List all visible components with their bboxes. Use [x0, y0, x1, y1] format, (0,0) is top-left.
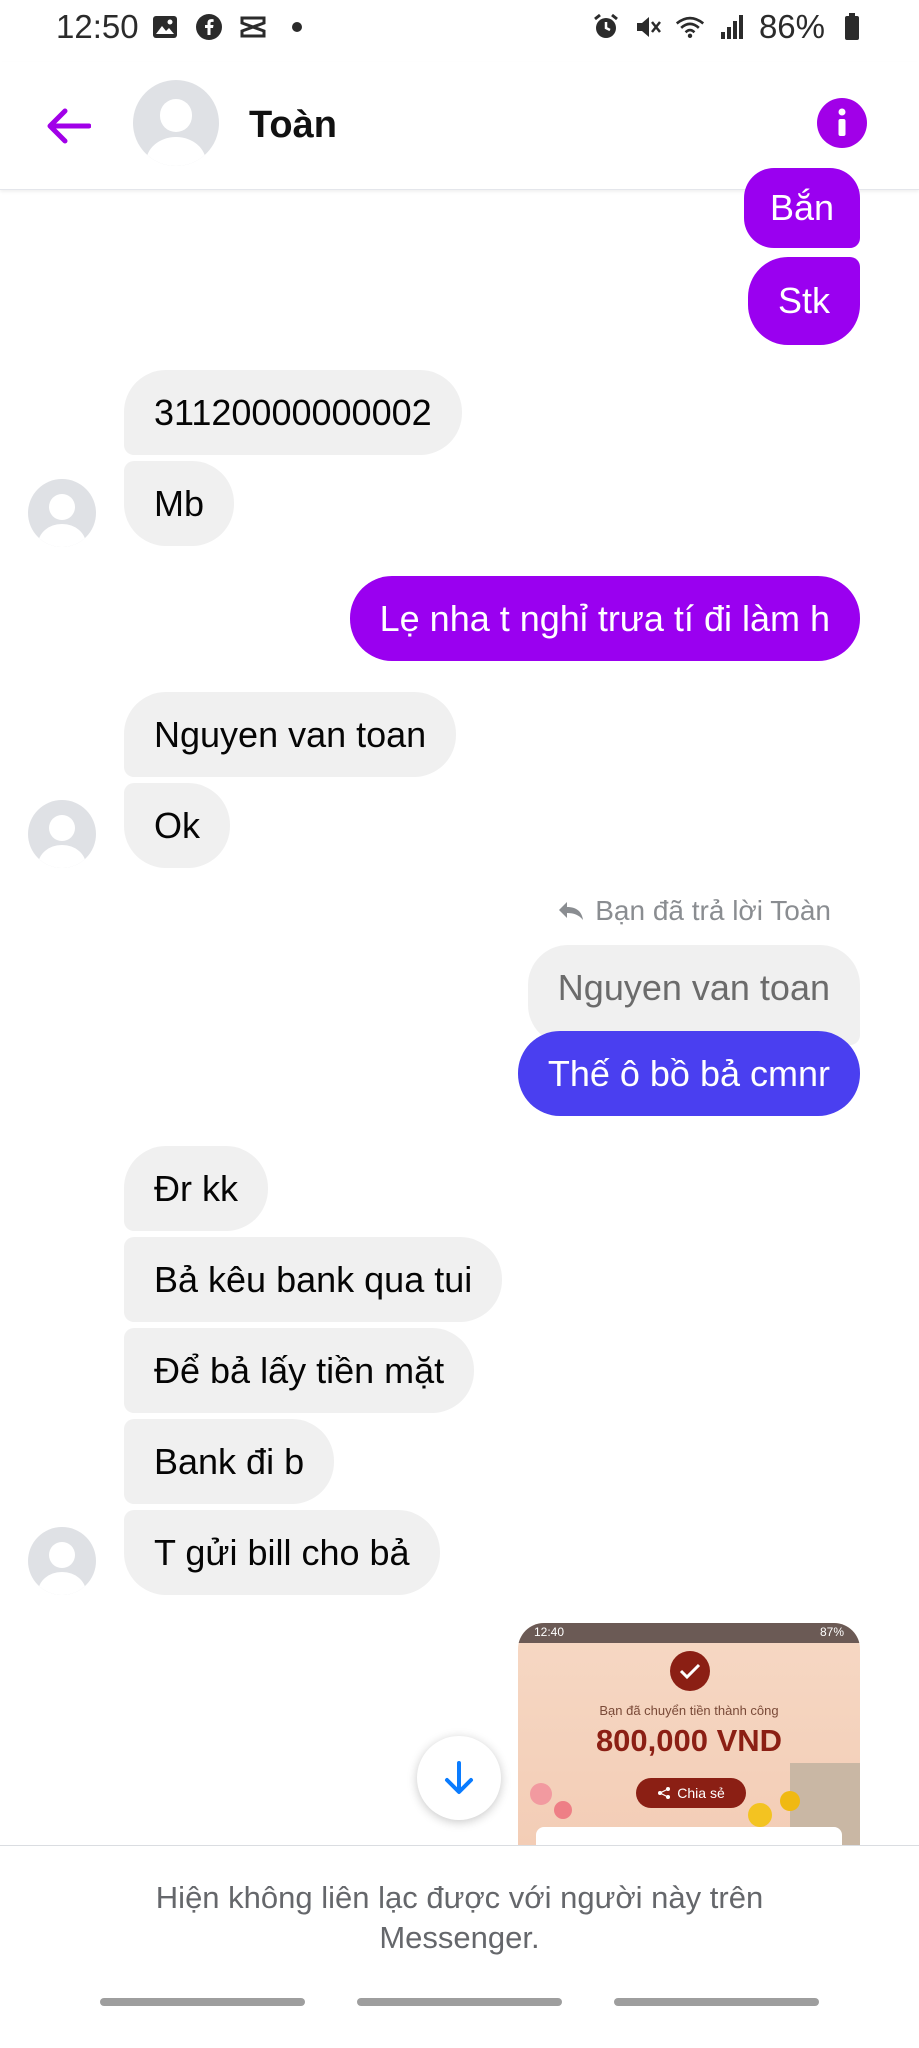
unavailable-notice: Hiện không liên lạc được với người này t…	[0, 1845, 919, 2048]
nav-recents-bar[interactable]	[100, 1998, 305, 2006]
message-bubble-incoming[interactable]: T gửi bill cho bả	[124, 1510, 440, 1595]
message-text: 31120000000002	[154, 391, 432, 433]
avatar-person-icon	[49, 493, 75, 520]
message-bubble-incoming[interactable]: Ok	[124, 783, 231, 868]
message-bubble-outgoing[interactable]: Bắn	[743, 168, 860, 248]
image-icon	[150, 12, 180, 42]
attachment-status-bar: 12:40 87%	[518, 1623, 860, 1643]
share-icon	[658, 1787, 671, 1799]
nav-back-bar[interactable]	[614, 1998, 819, 2006]
facebook-icon	[194, 12, 224, 42]
message-bubble-incoming[interactable]: Đr kk	[124, 1146, 268, 1231]
message-bubble-incoming[interactable]: 31120000000002	[124, 370, 462, 455]
message-bubble-outgoing[interactable]: Thế ô bồ bả cmnr	[517, 1031, 860, 1116]
image-attachment[interactable]: 12:40 87% Bạn đã chuyển tiền thành công …	[518, 1623, 860, 1845]
message-text: Để bả lấy tiền mặt	[154, 1349, 445, 1391]
dot-icon	[282, 12, 312, 42]
scroll-to-bottom-button[interactable]	[417, 1736, 501, 1820]
message-text: Bắn	[769, 187, 834, 228]
battery-icon	[837, 12, 867, 42]
message-text: Thế ô bồ bả cmnr	[547, 1052, 830, 1094]
quoted-message[interactable]: Nguyen van toan	[527, 945, 860, 1045]
attachment-status-battery: 87%	[819, 1625, 844, 1639]
share-label: Chia sẻ	[677, 1785, 725, 1801]
attachment-flower-illustration	[554, 1801, 572, 1819]
message-text: Đr kk	[154, 1167, 238, 1209]
attachment-flower-illustration	[530, 1783, 552, 1805]
message-bubble-outgoing[interactable]: Lẹ nha t nghỉ trưa tí đi làm h	[349, 576, 860, 661]
attachment-amount: 800,000 VND	[595, 1723, 783, 1758]
avatar-person-icon	[159, 98, 193, 132]
avatar-person-icon	[49, 1541, 75, 1568]
message-bubble-incoming[interactable]: Bả kêu bank qua tui	[124, 1237, 503, 1322]
capcut-icon	[238, 12, 268, 42]
back-button[interactable]	[38, 96, 98, 156]
message-text: Lẹ nha t nghỉ trưa tí đi làm h	[379, 597, 830, 639]
status-bar: 12:50 86%	[0, 0, 919, 56]
reply-icon	[559, 902, 584, 920]
message-bubble-incoming[interactable]: Bank đi b	[124, 1419, 335, 1504]
info-button[interactable]	[817, 98, 867, 148]
attachment-status-time: 12:40	[534, 1625, 565, 1639]
avatar[interactable]	[28, 800, 96, 868]
message-text: Bả kêu bank qua tui	[154, 1258, 473, 1300]
message-text: Nguyen van toan	[154, 713, 427, 755]
message-text: Mb	[154, 482, 205, 524]
attachment-flower-illustration	[748, 1803, 772, 1827]
attachment-share-button: Chia sẻ	[636, 1778, 746, 1808]
avatar[interactable]	[28, 479, 96, 547]
message-text: Bank đi b	[154, 1440, 305, 1482]
quoted-text: Nguyen van toan	[557, 967, 830, 1008]
status-time: 12:50	[56, 8, 139, 45]
status-right: 86%	[591, 8, 867, 46]
message-bubble-incoming[interactable]: Nguyen van toan	[124, 692, 457, 777]
reply-note: Bạn đã trả lời Toàn	[557, 895, 831, 927]
message-text: T gửi bill cho bả	[154, 1531, 410, 1573]
avatar[interactable]	[133, 80, 219, 166]
message-text: Ok	[154, 804, 201, 846]
mute-icon	[633, 12, 663, 42]
message-bubble-incoming[interactable]: Để bả lấy tiền mặt	[124, 1328, 475, 1413]
reply-note-text: Bạn đã trả lời Toàn	[595, 895, 831, 926]
attachment-caption: Bạn đã chuyển tiền thành công	[599, 1703, 779, 1718]
battery-percent: 86%	[758, 8, 825, 45]
alarm-icon	[591, 12, 621, 42]
contact-name[interactable]: Toàn	[249, 104, 337, 147]
message-bubble-outgoing[interactable]: Stk	[747, 257, 860, 345]
status-left-icons	[150, 12, 312, 42]
nav-home-bar[interactable]	[357, 1998, 562, 2006]
attachment-card	[536, 1827, 842, 1845]
message-bubble-incoming[interactable]: Mb	[124, 461, 235, 546]
arrow-left-icon	[47, 108, 91, 144]
signal-icon	[717, 12, 747, 42]
unavailable-notice-text: Hiện không liên lạc được với người này t…	[155, 1880, 764, 1955]
arrow-down-icon	[445, 1761, 473, 1794]
avatar-person-icon	[49, 814, 75, 841]
message-text: Stk	[777, 280, 830, 321]
attachment-flower-illustration	[780, 1791, 800, 1811]
wifi-icon	[675, 12, 705, 42]
info-icon	[838, 108, 846, 136]
check-icon	[670, 1651, 710, 1691]
avatar[interactable]	[28, 1527, 96, 1595]
